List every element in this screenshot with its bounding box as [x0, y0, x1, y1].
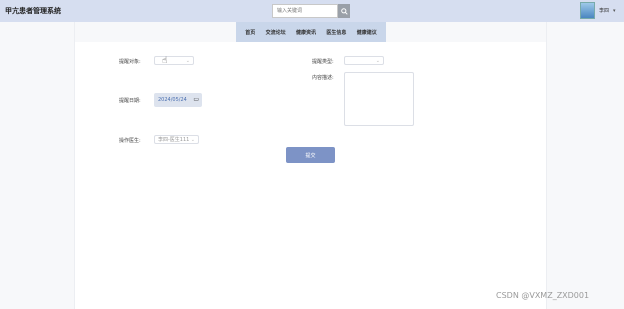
right-margin	[546, 22, 624, 309]
date-input[interactable]: 2024/05/24 ▭	[154, 93, 202, 107]
reminder-form	[75, 42, 546, 309]
content-textarea[interactable]	[344, 72, 414, 126]
date-label: 提醒日期:	[119, 98, 141, 104]
chevron-down-icon: ⌄	[185, 58, 190, 64]
operator-value: 李四-医生111	[158, 137, 190, 143]
content-label: 内容描述:	[312, 75, 334, 81]
top-bar: 甲亢患者管理系统 李四 ▾	[0, 0, 624, 22]
type-label: 提醒类型:	[312, 59, 334, 65]
left-margin	[0, 22, 75, 309]
user-menu[interactable]: 李四 ▾	[580, 2, 616, 19]
main-nav: 首页 交流论坛 健康资讯 医生信息 健康建议	[236, 22, 386, 42]
nav-item-doctors[interactable]: 医生信息	[326, 29, 346, 36]
watermark: CSDN @VXMZ_ZXD001	[496, 291, 590, 300]
app-title: 甲亢患者管理系统	[5, 7, 61, 15]
search-button[interactable]	[338, 4, 350, 18]
target-label: 提醒对象:	[119, 59, 141, 65]
date-value: 2024/05/24	[158, 97, 187, 103]
chevron-down-icon: ⌄	[190, 137, 195, 143]
submit-button[interactable]: 提交	[286, 147, 335, 163]
avatar	[580, 2, 595, 19]
search-input[interactable]	[272, 4, 338, 18]
search-icon	[340, 7, 348, 15]
nav-item-advice[interactable]: 健康建议	[357, 29, 377, 36]
operator-label: 操作医生:	[119, 138, 141, 144]
pointer-cursor-icon: ☝	[162, 56, 168, 66]
target-select[interactable]: ⌄	[154, 56, 194, 65]
chevron-down-icon: ⌄	[375, 58, 380, 64]
search-box	[272, 4, 350, 18]
operator-select[interactable]: 李四-医生111 ⌄	[154, 135, 199, 144]
nav-item-news[interactable]: 健康资讯	[296, 29, 316, 36]
type-select[interactable]: ⌄	[344, 56, 384, 65]
username: 李四	[599, 8, 610, 14]
nav-item-forum[interactable]: 交流论坛	[266, 29, 286, 36]
chevron-down-icon: ▾	[613, 7, 616, 14]
calendar-icon[interactable]: ▭	[193, 96, 199, 103]
nav-item-home[interactable]: 首页	[245, 29, 255, 36]
